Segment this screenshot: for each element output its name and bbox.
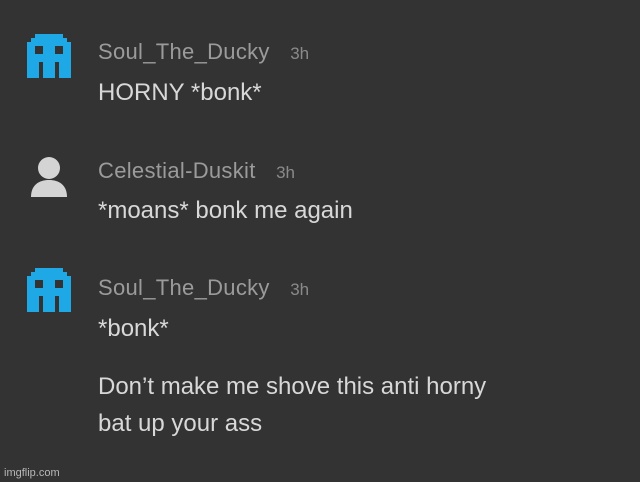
username[interactable]: Soul_The_Ducky <box>98 39 270 64</box>
comment-text: bat up your ass <box>98 410 263 437</box>
comment-meta: Soul_The_Ducky 3h <box>98 275 309 301</box>
timestamp: 3h <box>290 44 310 63</box>
comment-text: HORNY *bonk* <box>98 79 262 106</box>
pixel-ghost-icon <box>27 34 71 78</box>
comment-text: *bonk* <box>98 315 169 342</box>
default-user-icon <box>31 157 67 197</box>
comment-text: Don’t make me shove this anti horny <box>98 373 487 400</box>
avatar[interactable] <box>27 155 71 199</box>
pixel-ghost-icon <box>27 268 71 312</box>
timestamp: 3h <box>276 163 295 182</box>
avatar[interactable] <box>27 268 71 312</box>
comment-meta: Celestial-Duskit 3h <box>98 158 295 184</box>
comment-text: *moans* bonk me again <box>98 197 353 224</box>
username[interactable]: Celestial-Duskit <box>98 158 256 183</box>
watermark: imgflip.com <box>4 467 60 479</box>
timestamp: 3h <box>290 280 310 299</box>
username[interactable]: Soul_The_Ducky <box>98 275 270 300</box>
comment-meta: Soul_The_Ducky 3h <box>98 39 309 65</box>
avatar[interactable] <box>27 34 71 78</box>
